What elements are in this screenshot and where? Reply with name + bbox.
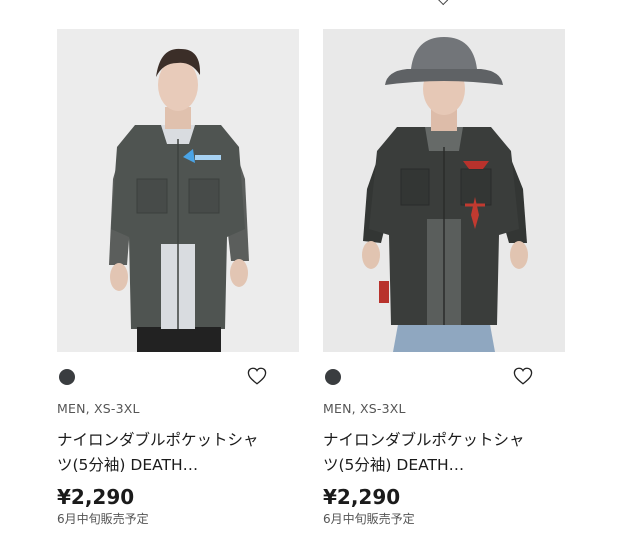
chevron-down-icon[interactable] (436, 0, 449, 6)
product-price: ¥2,290 (57, 485, 135, 509)
product-title[interactable]: ナイロンダブルポケットシャ ツ(5分袖) DEATH… (323, 428, 553, 478)
color-swatch[interactable] (59, 369, 75, 385)
product-meta: MEN, XS-3XL (57, 401, 140, 416)
favorite-button[interactable] (511, 364, 535, 388)
product-card[interactable]: MEN, XS-3XL ナイロンダブルポケットシャ ツ(5分袖) DEATH… … (57, 29, 299, 527)
product-title-line: ナイロンダブルポケットシャ (323, 431, 525, 449)
product-meta: MEN, XS-3XL (323, 401, 406, 416)
product-image[interactable] (57, 29, 299, 352)
heart-outline-icon (513, 367, 533, 385)
product-title-line: ナイロンダブルポケットシャ (57, 431, 259, 449)
favorite-button[interactable] (245, 364, 269, 388)
release-note: 6月中旬販売予定 (57, 512, 149, 526)
product-title[interactable]: ナイロンダブルポケットシャ ツ(5分袖) DEATH… (57, 428, 287, 478)
product-title-line: ツ(5分袖) DEATH… (323, 456, 465, 474)
release-note: 6月中旬販売予定 (323, 512, 415, 526)
product-card[interactable]: MEN, XS-3XL ナイロンダブルポケットシャ ツ(5分袖) DEATH… … (323, 29, 565, 527)
product-title-line: ツ(5分袖) DEATH… (57, 456, 199, 474)
heart-outline-icon (247, 367, 267, 385)
product-price: ¥2,290 (323, 485, 401, 509)
color-swatch[interactable] (325, 369, 341, 385)
product-image[interactable] (323, 29, 565, 352)
